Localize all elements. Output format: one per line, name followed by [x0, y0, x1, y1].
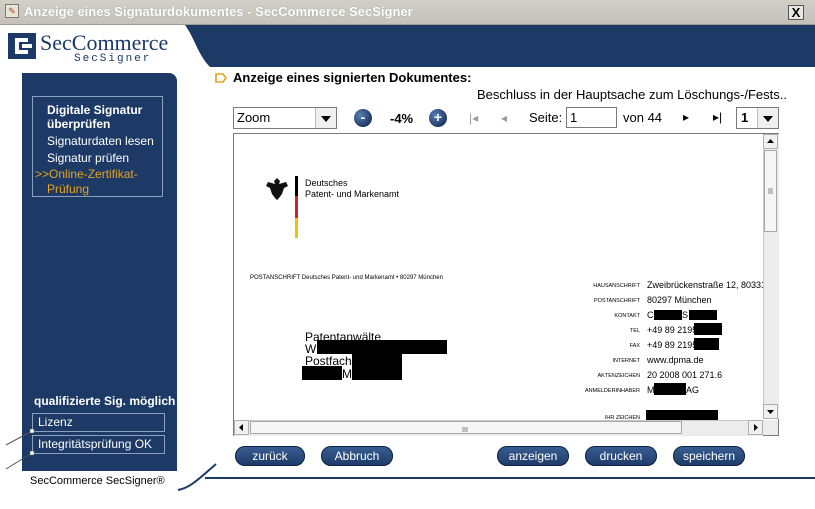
redaction [689, 310, 717, 320]
info-label: INTERNET [612, 358, 641, 364]
page-label: Seite: [529, 110, 563, 125]
flag-stripe-black [295, 176, 298, 196]
bottom-divider [205, 477, 815, 479]
redaction [352, 366, 402, 380]
sidebar-item-online-zertifikat-cont[interactable]: Prüfung [47, 182, 89, 197]
connector-lines [5, 428, 35, 470]
logo-product: SecSigner [74, 53, 152, 65]
postal-line: POSTANSCHRIFT Deutsches Patent- und Mark… [250, 275, 443, 281]
save-button[interactable]: speichern [673, 446, 745, 466]
flag-stripe-gold [295, 218, 298, 238]
sidebar-heading-line1: Digitale Signatur [47, 103, 143, 117]
recipient-line4: M [342, 367, 352, 381]
cancel-button[interactable]: Abbruch [321, 446, 393, 466]
sidebar-heading-line2: überprüfen [47, 117, 111, 131]
zoom-out-button[interactable]: - [354, 109, 372, 127]
redaction [302, 366, 342, 380]
page-select[interactable]: 1 [736, 107, 779, 129]
authority-line2: Patent- und Markenamt [305, 189, 400, 199]
page-select-value: 1 [741, 110, 749, 125]
info-value: 20 2008 001 271.6 [647, 370, 723, 380]
chevron-down-icon[interactable] [315, 108, 336, 128]
app-icon: ✎ [5, 4, 19, 18]
window-title: Anzeige eines Signaturdokumentes - SecCo… [24, 4, 413, 19]
info-label: POSTANSCHRIFT [593, 298, 640, 304]
scroll-corner [763, 420, 778, 435]
info-label: TEL [629, 328, 640, 334]
info-label: FAX [629, 343, 640, 349]
federal-eagle-icon [266, 178, 288, 200]
license-status: Lizenz [32, 413, 165, 432]
previous-page-icon[interactable]: ◂ [501, 111, 507, 125]
redaction [317, 340, 447, 354]
pointer-arrow-icon [215, 73, 227, 83]
horizontal-scroll-thumb[interactable] [250, 421, 682, 434]
document-title: Beschluss in der Hauptsache zum Löschung… [477, 87, 787, 102]
show-button[interactable]: anzeigen [497, 446, 569, 466]
info-value: +49 89 2195- [647, 340, 701, 350]
qualification-status: qualifizierte Sig. möglich [34, 394, 176, 408]
redaction [646, 410, 718, 420]
info-value: +49 89 2195- [647, 325, 701, 335]
next-page-icon[interactable]: ▸ [683, 110, 689, 124]
first-page-icon[interactable]: |◂ [469, 111, 478, 125]
zoom-in-button[interactable]: + [429, 109, 447, 127]
seccommerce-logo-icon [8, 33, 36, 59]
info-label: AKTENZEICHEN [597, 373, 640, 379]
document-viewer[interactable]: Deutsches Patent- und Markenamt POSTANSC… [233, 133, 779, 436]
close-button[interactable]: X [788, 5, 804, 20]
sidebar-item-signatur-pruefen[interactable]: Signatur prüfen [47, 151, 129, 166]
window-title-bar: ✎ Anzeige eines Signaturdokumentes - Sec… [0, 0, 815, 25]
info-value: C [647, 310, 654, 320]
zoom-select-value: Zoom [237, 110, 271, 125]
chevron-down-icon[interactable] [757, 108, 778, 128]
scroll-left-icon[interactable] [234, 420, 249, 435]
info-label: KONTAKT [614, 313, 640, 319]
scroll-up-icon[interactable] [763, 134, 778, 149]
footer-brand: SecCommerce SecSigner® [30, 475, 165, 487]
info-value: 80297 München [647, 295, 712, 305]
sidebar-item-signaturdaten[interactable]: Signaturdaten lesen [47, 134, 154, 149]
integrity-status: Integritätsprüfung OK [32, 435, 165, 454]
zoom-select[interactable]: Zoom [233, 107, 337, 129]
info-label: HAUSANSCHRIFT [593, 283, 640, 289]
vertical-scroll-thumb[interactable] [764, 150, 777, 232]
redaction [694, 323, 722, 335]
info-value-suffix: AG [686, 385, 700, 395]
sidebar-menu: Digitale Signatur überprüfen Signaturdat… [32, 96, 163, 197]
scroll-down-icon[interactable] [763, 404, 778, 419]
last-page-icon[interactable]: ▸| [713, 110, 722, 124]
info-value-suffix: S [682, 310, 689, 320]
info-value: www.dpma.de [647, 355, 704, 365]
sidebar-item-online-zertifikat[interactable]: >>Online-Zertifikat- [35, 167, 138, 182]
flag-stripe-red [295, 196, 298, 218]
redaction [654, 383, 686, 395]
page-count: von 44 [623, 110, 663, 125]
redaction [654, 310, 682, 320]
zoom-value: -4% [390, 111, 414, 126]
main-title: Anzeige eines signierten Dokumentes: [233, 70, 472, 85]
print-button[interactable]: drucken [585, 446, 657, 466]
info-label: ANMELDERINHABER [584, 388, 640, 394]
page-number-input[interactable]: 1 [566, 107, 617, 128]
info-value: Zweibrückenstraße 12, 80331 Mü [647, 280, 779, 290]
back-button[interactable]: zurück [235, 446, 305, 466]
redaction [694, 338, 719, 350]
redaction [352, 354, 402, 366]
authority-line1: Deutsches [305, 178, 348, 188]
scroll-right-icon[interactable] [748, 420, 763, 435]
